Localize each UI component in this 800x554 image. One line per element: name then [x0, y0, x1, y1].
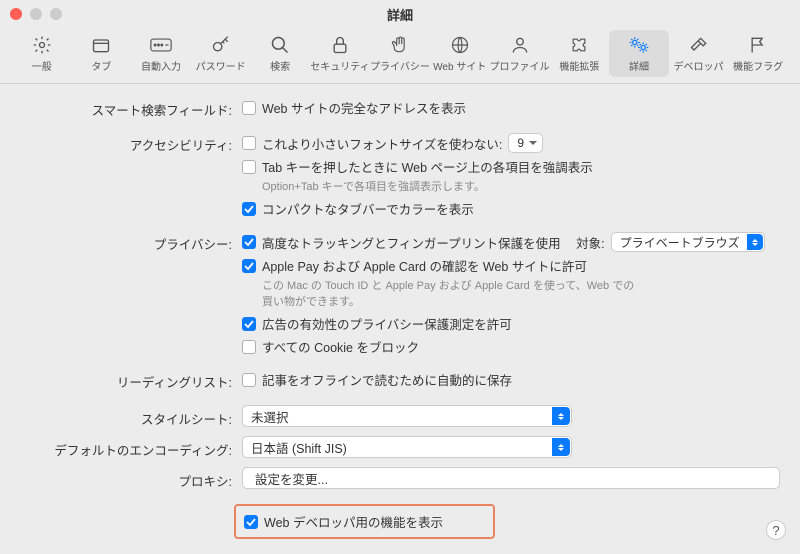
privacy-icon: [389, 34, 411, 56]
search-icon: [269, 34, 291, 56]
text-developer-features: Web デベロッパ用の機能を表示: [264, 512, 443, 531]
checkbox-apple-pay[interactable]: [242, 259, 256, 273]
toolbar-label: 機能拡張: [559, 58, 599, 73]
toolbar-websites[interactable]: Web サイト: [430, 30, 490, 77]
select-tracking-target[interactable]: プライベートブラウズ: [611, 232, 765, 252]
checkbox-tab-highlight[interactable]: [242, 160, 256, 174]
toolbar-label: 詳細: [629, 58, 649, 73]
checkbox-ad-measure[interactable]: [242, 317, 256, 331]
toolbar-developer[interactable]: デベロッパ: [669, 30, 729, 77]
websites-icon: [449, 34, 471, 56]
security-icon: [329, 34, 351, 56]
toolbar-label: 検索: [270, 58, 290, 73]
label-accessibility: アクセシビリティ:: [20, 133, 242, 154]
toolbar-label: プロファイル: [490, 58, 550, 73]
window-title: 詳細: [387, 5, 413, 24]
developer-highlight: Web デベロッパ用の機能を表示: [234, 504, 495, 539]
checkbox-min-font[interactable]: [242, 136, 256, 150]
toolbar-label: Web サイト: [433, 58, 486, 73]
text-block-cookies: すべての Cookie をブロック: [262, 337, 419, 356]
text-tab-highlight: Tab キーを押したときに Web ページ上の各項目を強調表示: [262, 157, 593, 176]
zoom-window-button[interactable]: [50, 8, 62, 20]
tabs-icon: [90, 34, 112, 56]
text-apple-pay: Apple Pay および Apple Card の確認を Web サイトに許可: [262, 256, 587, 275]
label-reading-list: リーディングリスト:: [20, 370, 242, 391]
toolbar-label: タブ: [91, 58, 111, 73]
checkbox-tracking[interactable]: [242, 235, 256, 249]
toolbar-label: セキュリティ: [310, 58, 369, 73]
label-encoding: デフォルトのエンコーディング:: [20, 436, 242, 459]
checkbox-full-address[interactable]: [242, 101, 256, 115]
toolbar-flags[interactable]: 機能フラグ: [728, 30, 788, 77]
toolbar-privacy[interactable]: プライバシー: [370, 30, 430, 77]
select-encoding[interactable]: 日本語 (Shift JIS): [242, 436, 572, 458]
label-smart-search: スマート検索フィールド:: [20, 98, 242, 119]
advanced-icon: [628, 34, 650, 56]
text-ad-measure: 広告の有効性のプライバシー保護測定を許可: [262, 314, 512, 333]
hint-tab-highlight: Option+Tab キーで各項目を強調表示します。: [262, 180, 780, 195]
text-full-address: Web サイトの完全なアドレスを表示: [262, 98, 466, 117]
close-window-button[interactable]: [10, 8, 22, 20]
autofill-icon: [150, 34, 172, 56]
flags-icon: [747, 34, 769, 56]
checkbox-block-cookies[interactable]: [242, 340, 256, 354]
minimize-window-button[interactable]: [30, 8, 42, 20]
toolbar-label: プライバシー: [370, 58, 430, 73]
select-min-font-size[interactable]: 9: [508, 133, 543, 153]
hint-apple-pay: この Mac の Touch ID と Apple Pay および Apple …: [262, 279, 642, 310]
toolbar-autofill[interactable]: 自動入力: [131, 30, 191, 77]
toolbar-label: 一般: [32, 58, 52, 73]
passwords-icon: [210, 34, 232, 56]
general-icon: [31, 34, 53, 56]
toolbar-profiles[interactable]: プロファイル: [490, 30, 550, 77]
label-target: 対象:: [576, 233, 604, 252]
toolbar-search[interactable]: 検索: [250, 30, 310, 77]
toolbar-advanced[interactable]: 詳細: [609, 30, 669, 77]
profiles-icon: [509, 34, 531, 56]
checkbox-developer-features[interactable]: [244, 515, 258, 529]
label-stylesheet: スタイルシート:: [20, 405, 242, 428]
text-min-font: これより小さいフォントサイズを使わない:: [262, 134, 502, 153]
checkbox-compact-color[interactable]: [242, 202, 256, 216]
help-button[interactable]: ?: [766, 520, 786, 540]
toolbar-security[interactable]: セキュリティ: [310, 30, 370, 77]
titlebar: 詳細: [0, 0, 800, 28]
checkbox-offline-save[interactable]: [242, 373, 256, 387]
toolbar-label: 自動入力: [141, 58, 181, 73]
developer-icon: [688, 34, 710, 56]
toolbar-passwords[interactable]: パスワード: [191, 30, 251, 77]
toolbar-extensions[interactable]: 機能拡張: [550, 30, 610, 77]
text-compact-color: コンパクトなタブバーでカラーを表示: [262, 199, 474, 218]
select-stylesheet[interactable]: 未選択: [242, 405, 572, 427]
extensions-icon: [568, 34, 590, 56]
content: スマート検索フィールド: Web サイトの完全なアドレスを表示 アクセシビリティ…: [0, 84, 800, 549]
toolbar-label: デベロッパ: [674, 58, 724, 73]
button-proxy-settings[interactable]: 設定を変更...: [242, 467, 780, 489]
label-proxy: プロキシ:: [20, 467, 242, 490]
toolbar-general[interactable]: 一般: [12, 30, 72, 77]
text-tracking: 高度なトラッキングとフィンガープリント保護を使用: [262, 233, 561, 252]
text-offline-save: 記事をオフラインで読むために自動的に保存: [262, 370, 512, 389]
toolbar-label: パスワード: [196, 58, 246, 73]
toolbar: 一般 タブ 自動入力パスワード 検索 セキュリティプライバシーWeb サイトプロファイル…: [0, 28, 800, 84]
toolbar-tabs[interactable]: タブ: [72, 30, 132, 77]
label-privacy: プライバシー:: [20, 232, 242, 253]
window-controls: [10, 8, 62, 20]
toolbar-label: 機能フラグ: [733, 58, 783, 73]
